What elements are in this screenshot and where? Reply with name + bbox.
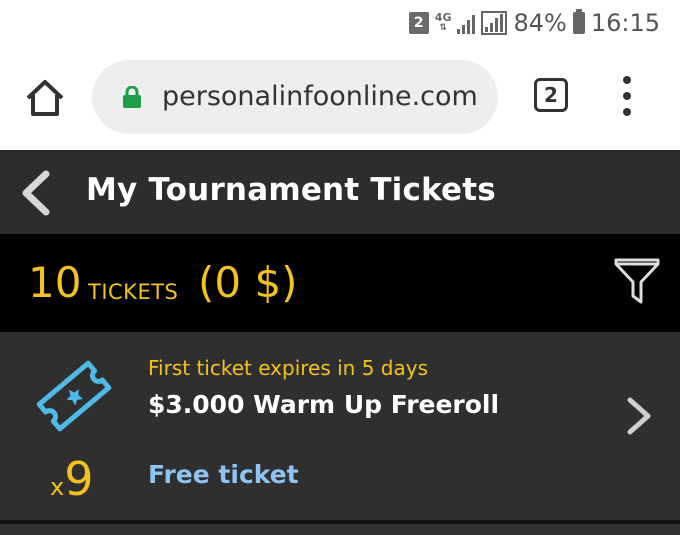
ticket-quantity: x9 bbox=[50, 452, 94, 506]
battery-icon bbox=[572, 9, 585, 34]
tabs-icon[interactable]: 2 bbox=[534, 78, 568, 112]
tickets-summary: 10 TICKETS (0 $) bbox=[0, 234, 680, 332]
app-header: My Tournament Tickets bbox=[0, 150, 680, 234]
chevron-right-icon[interactable] bbox=[624, 396, 656, 436]
network-type-icon: 4G ⇅ bbox=[434, 11, 452, 33]
ticket-list-item[interactable]: x9 First ticket expires in 5 days $3.000… bbox=[0, 332, 680, 520]
address-bar[interactable]: personalinfoonline.com bbox=[92, 60, 498, 134]
ticket-expiry: First ticket expires in 5 days bbox=[148, 356, 428, 380]
ticket-icon bbox=[30, 352, 118, 440]
battery-percent: 84% bbox=[513, 9, 567, 37]
next-list-item bbox=[0, 524, 680, 535]
chevron-left-icon[interactable] bbox=[16, 170, 54, 216]
more-vert-icon[interactable] bbox=[618, 76, 636, 116]
ticket-type: Free ticket bbox=[148, 460, 299, 489]
lock-icon bbox=[122, 85, 142, 108]
status-icons: 2 4G ⇅ 84% 16:15 bbox=[408, 8, 660, 38]
url-text: personalinfoonline.com bbox=[162, 81, 478, 112]
ticket-name: $3.000 Warm Up Freeroll bbox=[148, 390, 500, 419]
filter-icon[interactable] bbox=[612, 256, 662, 308]
ticket-count-label: TICKETS bbox=[88, 280, 179, 304]
ticket-total-amount: (0 $) bbox=[198, 258, 298, 307]
clock: 16:15 bbox=[590, 9, 660, 37]
sim-slot-badge: 2 bbox=[408, 12, 429, 34]
signal-sim2-icon bbox=[481, 11, 508, 35]
ticket-count: 10 bbox=[28, 258, 82, 307]
status-bar: 2 4G ⇅ 84% 16:15 bbox=[0, 0, 680, 46]
signal-icon bbox=[457, 12, 476, 34]
browser-toolbar: personalinfoonline.com 2 bbox=[0, 46, 680, 150]
home-icon[interactable] bbox=[24, 78, 66, 118]
page-title: My Tournament Tickets bbox=[86, 172, 496, 208]
